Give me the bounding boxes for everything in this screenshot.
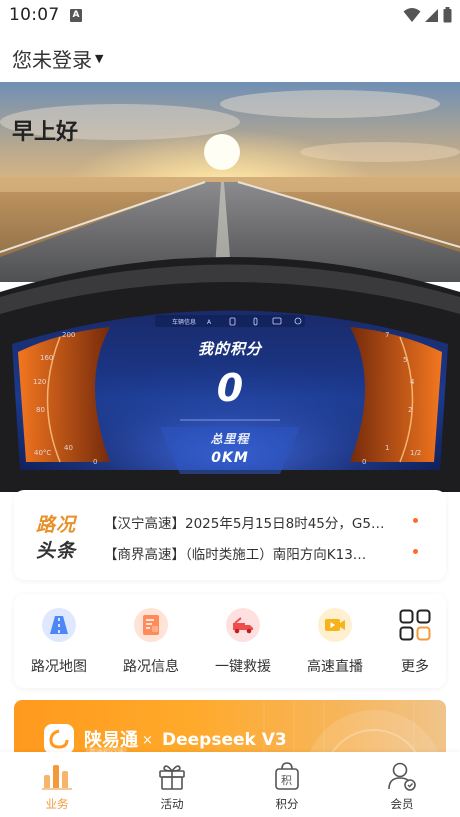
wifi-icon	[403, 8, 421, 22]
nav-label: 积分	[275, 797, 299, 811]
news-unread-dot	[413, 518, 418, 523]
news-item[interactable]: 【汉宁高速】2025年5月15日8时45分，G5…	[104, 512, 409, 532]
login-label: 您未登录	[12, 48, 92, 72]
banner-cross: ×	[142, 733, 153, 748]
quick-action-live[interactable]: 高速直播	[290, 608, 380, 676]
news-unread-dot	[413, 549, 418, 554]
status-time: 10:07	[9, 5, 60, 25]
nav-label: 活动	[160, 797, 184, 811]
quick-action-label: 路况地图	[31, 659, 87, 675]
news-logo-bottom: 头条	[36, 540, 77, 562]
svg-text:积: 积	[281, 774, 292, 787]
quick-actions-panel: 路况地图 路况信息 一键救援 高速直播 更多	[14, 594, 446, 688]
traffic-news-card: 路况 头条 【汉宁高速】2025年5月15日8时45分，G5… 【商界高速】（临…	[14, 490, 446, 580]
quick-action-traffic-info[interactable]: 路况信息	[106, 608, 196, 676]
mileage-label: 总里程	[210, 432, 250, 446]
points-bag-icon: 积	[247, 758, 327, 794]
news-logo-top: 路况	[36, 514, 77, 536]
status-bar: 10:07 A	[0, 0, 460, 32]
business-icon	[17, 758, 97, 794]
banner-partner: Deepseek V3	[162, 730, 287, 750]
quick-action-more[interactable]: 更多	[370, 608, 460, 676]
quick-action-label: 更多	[401, 659, 429, 675]
login-selector[interactable]: 您未登录 ▼	[12, 44, 103, 73]
nav-label: 会员	[390, 797, 414, 811]
dropdown-caret-icon: ▼	[95, 52, 104, 65]
status-icons	[403, 7, 452, 23]
nav-label: 业务	[45, 797, 69, 811]
nav-business[interactable]: 业务	[17, 758, 97, 812]
cellular-signal-icon	[425, 8, 438, 22]
nav-points[interactable]: 积 积分	[247, 758, 327, 812]
quick-action-label: 高速直播	[307, 659, 363, 675]
member-icon	[362, 758, 442, 794]
points-title: 我的积分	[197, 340, 262, 358]
promo-banner[interactable]: 陕易通 高速积分通 × Deepseek V3	[14, 700, 446, 760]
bottom-navigation: 业务 活动 积 积分 会员	[0, 752, 460, 817]
quick-action-rescue[interactable]: 一键救援	[198, 608, 288, 676]
quick-action-road-map[interactable]: 路况地图	[14, 608, 104, 676]
greeting-text: 早上好	[12, 120, 79, 145]
hero-dashboard-banner[interactable]: 车辆信息 A 200 160 120 80 40 0 7 5 4 2 1 0 4…	[0, 82, 460, 492]
traffic-info-icon	[134, 608, 168, 642]
sim-notification-icon: A	[70, 9, 82, 22]
nav-activity[interactable]: 活动	[132, 758, 212, 812]
mileage-value: 0KM	[211, 450, 249, 466]
battery-icon	[443, 7, 452, 23]
live-camera-icon	[318, 608, 352, 642]
road-map-icon	[42, 608, 76, 642]
quick-action-label: 一键救援	[215, 659, 271, 675]
quick-action-label: 路况信息	[123, 659, 179, 675]
gift-icon	[132, 758, 212, 794]
news-item[interactable]: 【商界高速】（临时类施工）南阳方向K13…	[104, 543, 409, 563]
points-value[interactable]: 0	[0, 366, 460, 410]
svg-text:车辆信息: 车辆信息	[172, 318, 196, 326]
rescue-truck-icon	[226, 608, 260, 642]
nav-member[interactable]: 会员	[362, 758, 442, 812]
more-grid-icon	[398, 608, 432, 642]
